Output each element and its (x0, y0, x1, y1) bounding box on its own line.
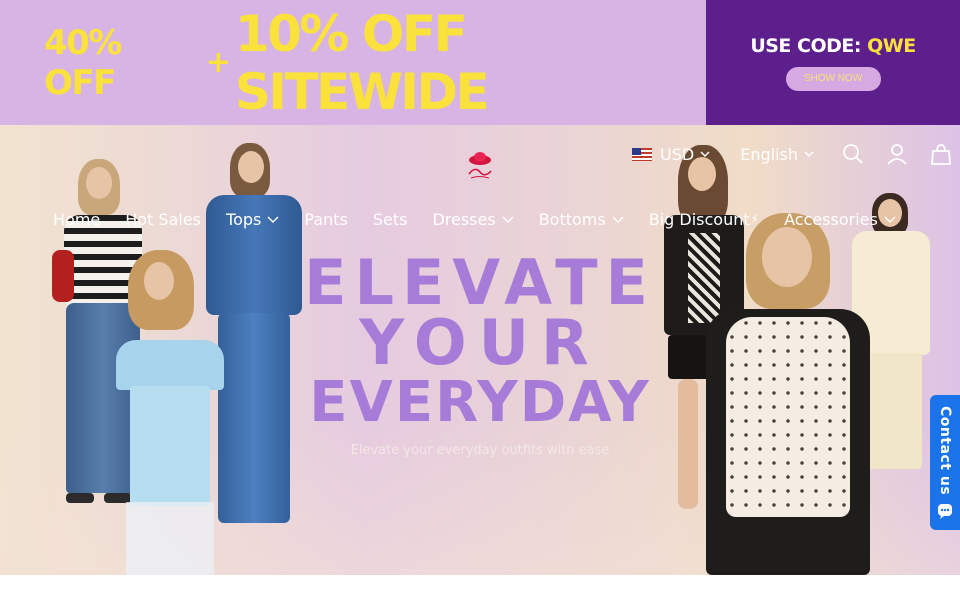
nav-tops-label: Tops (226, 209, 262, 229)
chevron-down-icon (804, 151, 814, 157)
nav-pants-label: Pants (304, 209, 348, 229)
storefront-page: 40% OFF + 10% OFF SITEWIDE USE CODE: QWE… (0, 0, 960, 600)
chevron-down-icon (700, 151, 710, 157)
hero-line-3: EVERYDAY (309, 370, 651, 435)
shop-now-button[interactable]: SHOW NOW (785, 66, 881, 91)
nav-sets-label: Sets (372, 209, 408, 229)
promo-banner[interactable]: 40% OFF + 10% OFF SITEWIDE USE CODE: QWE… (0, 0, 960, 125)
nav-pants[interactable]: Pants (304, 210, 347, 229)
chat-icon (938, 504, 952, 520)
nav-bottoms[interactable]: Bottoms (539, 210, 624, 229)
nav-sets[interactable]: Sets (373, 210, 408, 229)
main-nav: Home Hot Sales Tops Pants Sets Dresses B… (53, 208, 921, 230)
hero-subtitle: Elevate your everyday outfits with ease (350, 443, 610, 458)
hero-banner[interactable]: ELEVATE YOUR EVERYDAY Elevate your every… (0, 125, 960, 575)
language-selector[interactable]: English (740, 145, 814, 164)
account-icon[interactable] (886, 143, 908, 165)
chevron-down-icon (884, 216, 896, 223)
promo-big-offer: 10% OFF SITEWIDE (234, 4, 490, 121)
us-flag-icon (632, 147, 653, 161)
cart-icon[interactable] (930, 143, 952, 165)
language-label: English (740, 144, 798, 164)
contact-us-label: Contact us (937, 405, 953, 496)
promo-code-prefix: USE CODE: (750, 34, 861, 57)
hero-line-1: ELEVATE (304, 246, 656, 319)
nav-home[interactable]: Home (53, 210, 100, 229)
search-icon[interactable] (842, 143, 864, 165)
nav-tops[interactable]: Tops (226, 210, 279, 229)
nav-big-discount[interactable]: Big Discount ⚡ (649, 210, 759, 229)
hero-headline: ELEVATE YOUR EVERYDAY (300, 246, 660, 435)
promo-offer[interactable]: 40% OFF + 10% OFF SITEWIDE (0, 0, 706, 125)
lightning-icon: ⚡ (750, 212, 760, 226)
nav-big-discount-label: Big Discount (648, 209, 750, 229)
chevron-down-icon (612, 216, 624, 223)
nav-dresses[interactable]: Dresses (432, 209, 514, 229)
model-photo-floral-top (698, 213, 878, 575)
nav-accessories-label: Accessories (784, 209, 878, 229)
promo-code-panel: USE CODE: QWE SHOW NOW (706, 0, 960, 125)
chevron-down-icon (267, 216, 279, 223)
model-photo-blue-dress (108, 250, 228, 575)
chevron-down-icon (502, 216, 514, 223)
promo-code-line: USE CODE: QWE (750, 34, 916, 57)
promo-plus: + (205, 45, 231, 80)
currency-selector[interactable]: USD (632, 145, 710, 164)
nav-home-label: Home (53, 209, 101, 229)
nav-accessories[interactable]: Accessories (784, 210, 896, 229)
currency-label: USD (660, 144, 695, 164)
promo-small-offer: 40% OFF (44, 22, 122, 103)
header-tools: USD English (632, 140, 952, 168)
nav-hot-sales[interactable]: Hot Sales (125, 210, 201, 229)
contact-us-tab[interactable]: Contact us (930, 395, 960, 530)
store-logo[interactable] (463, 148, 497, 182)
hero-line-2: YOUR (359, 306, 601, 379)
nav-hot-sales-label: Hot Sales (125, 209, 202, 229)
nav-bottoms-label: Bottoms (538, 209, 606, 229)
promo-code-value: QWE (867, 34, 916, 57)
nav-dresses-label: Dresses (432, 209, 496, 229)
